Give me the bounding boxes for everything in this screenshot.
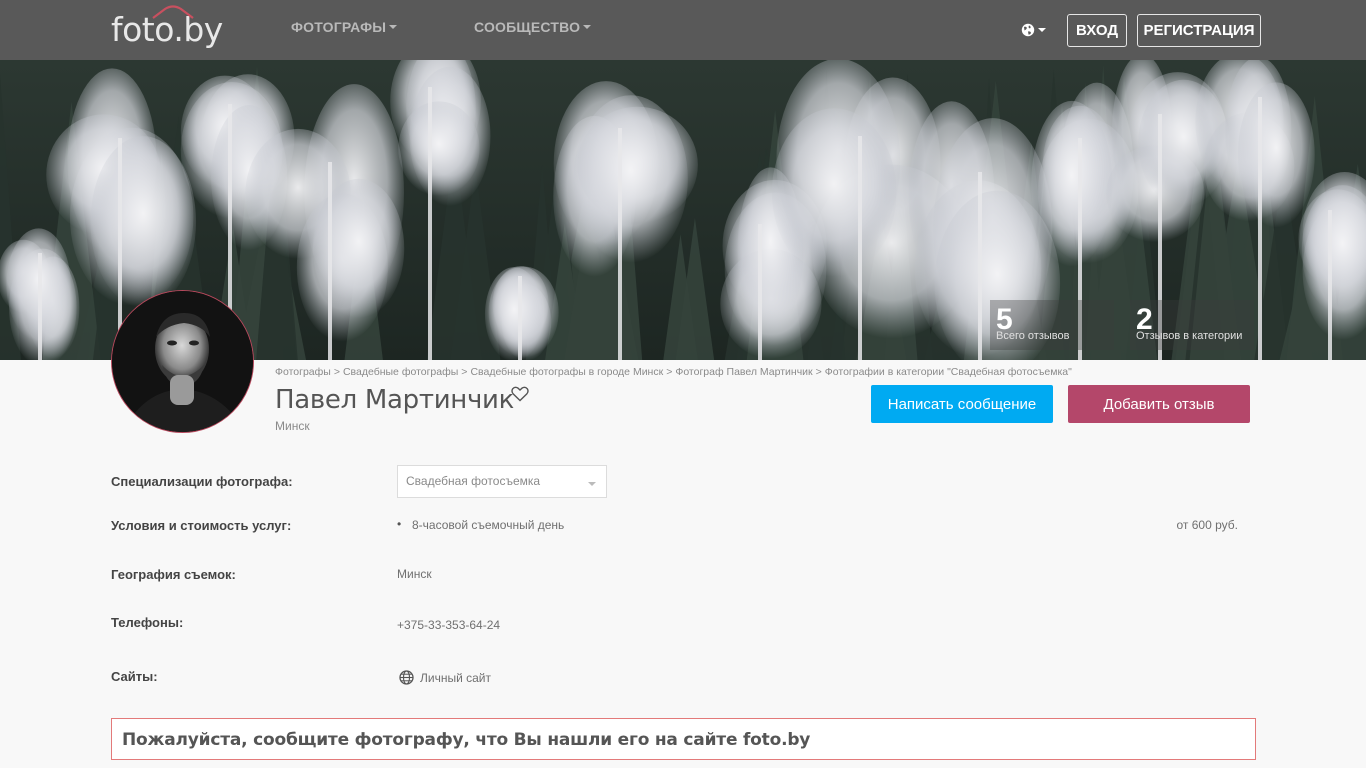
stat-total-reviews: 5 Всего отзывов bbox=[990, 300, 1114, 350]
nav-menu-photographers[interactable]: Фотографы bbox=[291, 19, 398, 35]
photographer-portrait-image bbox=[112, 291, 253, 432]
breadcrumb-separator: > bbox=[815, 366, 822, 378]
breadcrumb-link[interactable]: Фотограф Павел Мартинчик bbox=[675, 366, 812, 378]
personal-site-label: Личный сайт bbox=[420, 670, 491, 685]
phones-label: Телефоны: bbox=[111, 615, 184, 630]
breadcrumb-link[interactable]: Свадебные фотографы в городе Минск bbox=[470, 366, 663, 378]
breadcrumb-separator: > bbox=[333, 366, 340, 378]
sites-label: Сайты: bbox=[111, 669, 158, 684]
geography-label: География съемок: bbox=[111, 567, 236, 582]
register-button[interactable]: Регистрация bbox=[1137, 14, 1261, 47]
services-label: Условия и стоимость услуг: bbox=[111, 518, 292, 533]
login-button[interactable]: Вход bbox=[1067, 14, 1127, 47]
stat-category-reviews-label: Отзывов в категории bbox=[1136, 330, 1243, 342]
send-message-button[interactable]: Написать сообщение bbox=[871, 385, 1053, 423]
service-name: 8-часовой съемочный день bbox=[412, 518, 565, 532]
service-price: от 600 руб. bbox=[1176, 518, 1238, 532]
chevron-down-icon bbox=[583, 25, 592, 30]
site-logo[interactable]: foto.by bbox=[111, 5, 223, 50]
globe-icon bbox=[1021, 23, 1035, 37]
profile-city: Минск bbox=[275, 419, 310, 433]
chevron-down-icon bbox=[1038, 28, 1046, 32]
language-switcher[interactable] bbox=[1021, 20, 1049, 40]
nav-menu-community-label: Сообщество bbox=[474, 19, 581, 35]
notice-banner: Пожалуйста, сообщите фотографу, что Вы н… bbox=[111, 718, 1256, 760]
chevron-down-icon bbox=[389, 25, 398, 30]
add-review-button[interactable]: Добавить отзыв bbox=[1068, 385, 1250, 423]
globe-icon bbox=[399, 670, 414, 685]
breadcrumb-link[interactable]: Свадебные фотографы bbox=[343, 366, 458, 378]
breadcrumb-current: Фотографии в категории "Свадебная фотосъ… bbox=[824, 366, 1072, 378]
personal-site-link[interactable]: Личный сайт bbox=[399, 670, 491, 685]
top-navbar: foto.by Фотографы Сообщество Вход Регист… bbox=[0, 0, 1366, 60]
logo-roof-icon bbox=[152, 5, 194, 19]
chevron-down-icon bbox=[588, 482, 596, 486]
bullet-icon: • bbox=[397, 517, 402, 531]
breadcrumb-separator: > bbox=[666, 366, 673, 378]
specialization-select-value: Свадебная фотосъемка bbox=[406, 474, 541, 488]
avatar bbox=[111, 290, 254, 433]
breadcrumb: Фотографы > Свадебные фотографы > Свадебные … bbox=[275, 366, 1072, 378]
phone-value: +375-33-353-64-24 bbox=[397, 618, 501, 632]
nav-menu-community[interactable]: Сообщество bbox=[474, 19, 592, 35]
specializations-label: Специализации фотографа: bbox=[111, 474, 293, 489]
breadcrumb-separator: > bbox=[461, 366, 468, 378]
nav-menu-photographers-label: Фотографы bbox=[291, 19, 387, 35]
heart-icon[interactable] bbox=[511, 386, 529, 402]
geography-value: Минск bbox=[397, 567, 432, 581]
breadcrumb-link[interactable]: Фотографы bbox=[275, 366, 331, 378]
specialization-select[interactable]: Свадебная фотосъемка bbox=[397, 465, 607, 498]
stat-total-reviews-label: Всего отзывов bbox=[996, 330, 1070, 342]
page-title: Павел Мартинчик bbox=[275, 385, 515, 415]
stat-category-reviews: 2 Отзывов в категории bbox=[1130, 300, 1254, 350]
